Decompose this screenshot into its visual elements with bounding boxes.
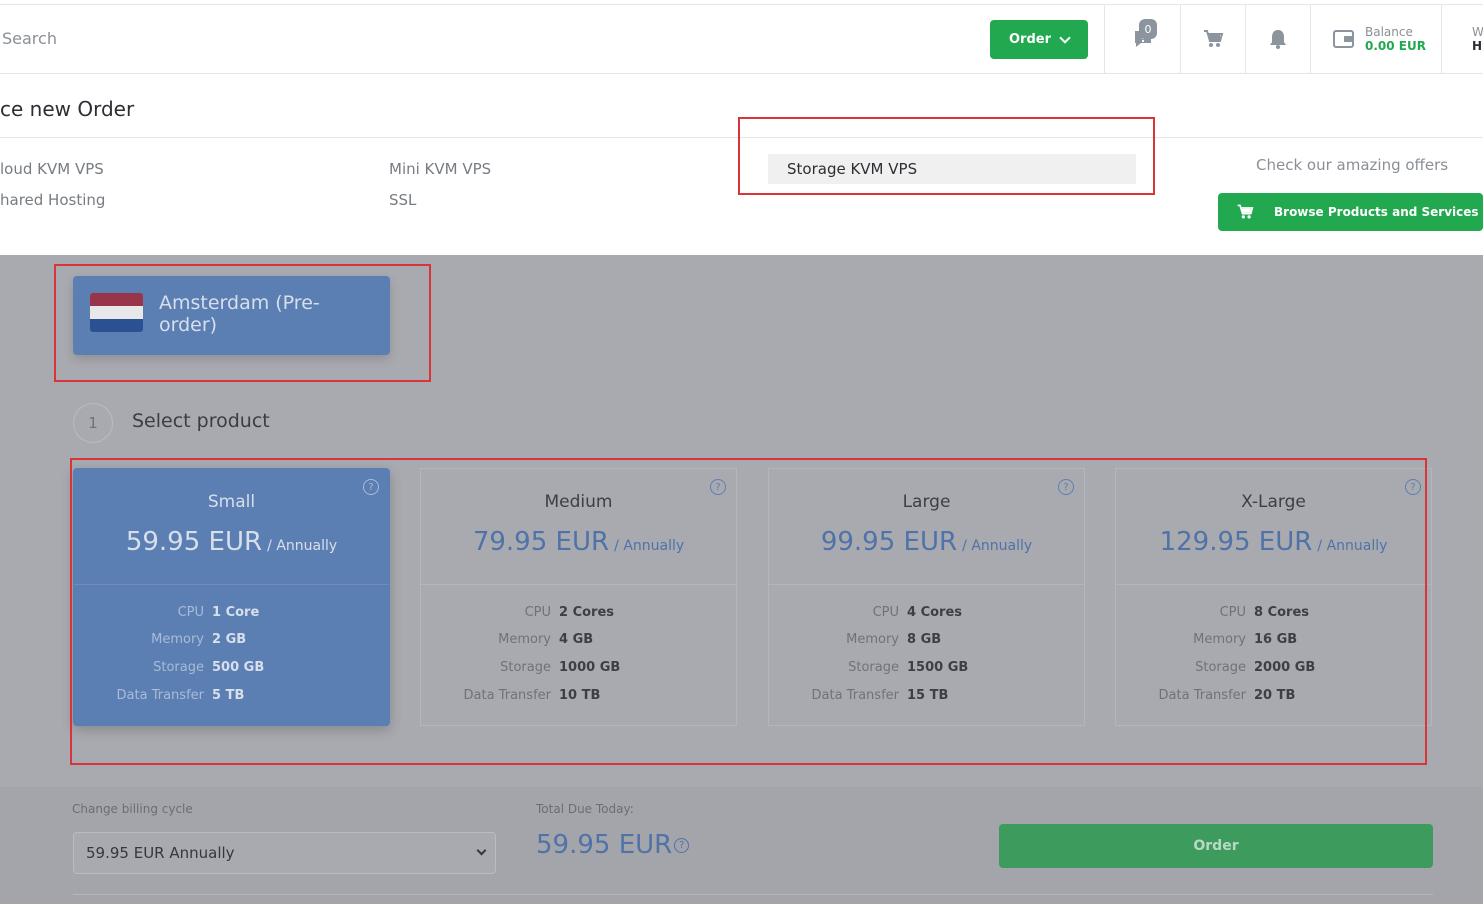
bottom-divider [73, 894, 1433, 895]
user-menu[interactable]: W H [1441, 5, 1483, 73]
messages-button[interactable]: 0 [1104, 5, 1180, 73]
message-count-badge: 0 [1139, 19, 1157, 39]
total-amount: 59.95 EUR [536, 830, 673, 860]
user-company-truncated: H [1472, 39, 1483, 53]
highlight-box-plans [70, 458, 1427, 765]
category-ssl[interactable]: SSL [389, 191, 416, 209]
balance-label: Balance [1365, 25, 1413, 39]
wallet-icon [1333, 30, 1354, 48]
balance-info: Balance 0.00 EUR [1365, 25, 1426, 53]
billing-cycle-select[interactable]: 59.95 EUR Annually [73, 832, 496, 874]
user-name-truncated: W [1472, 25, 1483, 39]
billing-cycle-label: Change billing cycle [72, 802, 193, 816]
chevron-down-icon [476, 845, 487, 856]
page-title: ce new Order [0, 97, 135, 121]
bell-icon [1270, 30, 1286, 49]
cart-icon [1237, 204, 1254, 219]
highlight-box-location [54, 264, 431, 382]
balance-value: 0.00 EUR [1365, 39, 1426, 53]
offers-text: Check our amazing offers [1256, 156, 1449, 174]
highlight-box-category [738, 117, 1155, 195]
chevron-down-icon [1059, 31, 1071, 44]
browse-products-label: Browse Products and Services [1274, 205, 1479, 219]
total-due-label: Total Due Today: [536, 802, 634, 816]
cart-button[interactable] [1180, 5, 1245, 73]
step-title: Select product [132, 410, 270, 432]
order-dropdown-button[interactable]: Order [990, 20, 1088, 59]
cart-icon [1204, 30, 1224, 47]
search-input[interactable]: Search [2, 29, 57, 48]
order-button-label: Order [1009, 32, 1051, 47]
notifications-button[interactable] [1245, 5, 1310, 73]
step-number: 1 [73, 403, 113, 443]
help-icon[interactable]: ? [674, 838, 690, 853]
balance-widget[interactable]: Balance 0.00 EUR [1310, 5, 1441, 73]
browse-products-button[interactable]: Browse Products and Services [1218, 193, 1483, 231]
top-header: Search Order 0 Balance 0.00 EUR W H [0, 4, 1483, 74]
order-submit-button[interactable]: Order [999, 824, 1433, 868]
billing-cycle-value: 59.95 EUR Annually [86, 844, 235, 862]
total-due-value: 59.95 EUR? [536, 830, 690, 860]
category-cloud-kvm-vps[interactable]: loud KVM VPS [0, 160, 104, 178]
category-mini-kvm-vps[interactable]: Mini KVM VPS [389, 160, 491, 178]
category-shared-hosting[interactable]: hared Hosting [0, 191, 105, 209]
